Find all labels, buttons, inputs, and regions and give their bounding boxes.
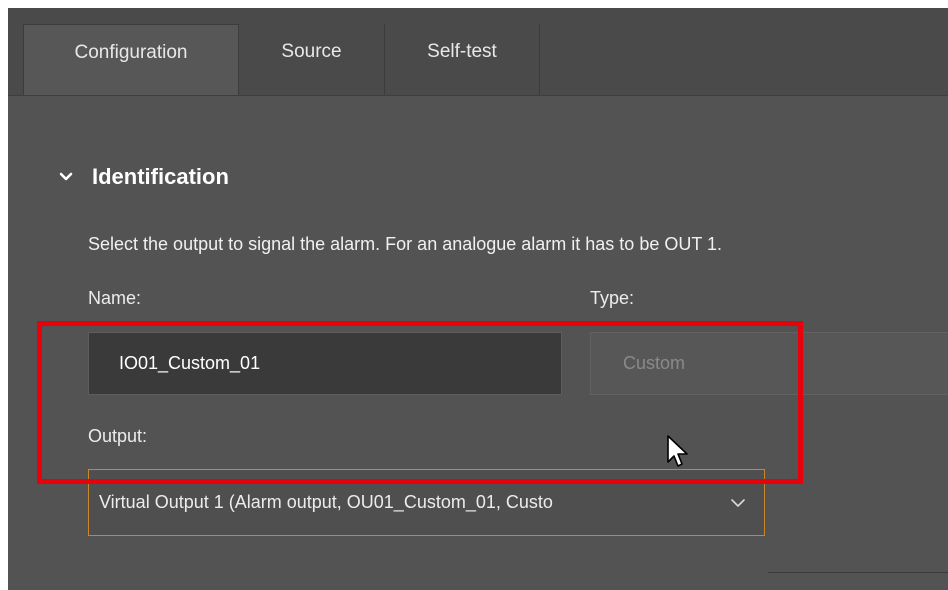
section-description: Select the output to signal the alarm. F…: [88, 234, 723, 254]
chevron-down-icon[interactable]: [58, 169, 74, 185]
tab-bar: Configuration Source Self-test: [8, 8, 948, 97]
type-label: Type:: [590, 288, 635, 308]
tab-self-test[interactable]: Self-test: [385, 24, 540, 96]
mouse-cursor-icon: [667, 435, 688, 467]
tab-source[interactable]: Source: [239, 24, 385, 96]
output-select-value: Virtual Output 1 (Alarm output, OU01_Cus…: [99, 492, 553, 512]
section-title: Identification: [92, 164, 229, 189]
tab-configuration[interactable]: Configuration: [23, 24, 239, 97]
panel-divider: [768, 572, 948, 573]
settings-window: Configuration Source Self-test Identific…: [8, 8, 948, 590]
name-label: Name:: [88, 288, 142, 308]
chevron-down-icon[interactable]: [730, 498, 746, 508]
identification-section-header[interactable]: Identification: [58, 164, 229, 190]
